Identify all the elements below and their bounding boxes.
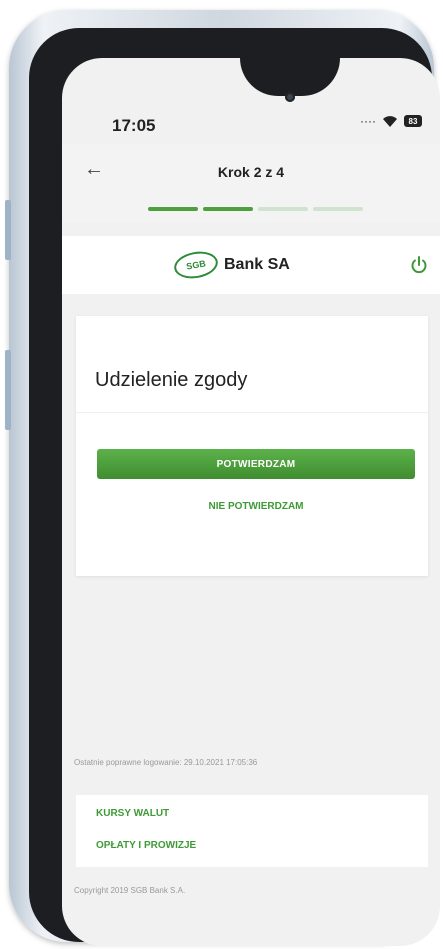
battery-icon: 83 bbox=[403, 115, 422, 127]
wifi-icon bbox=[382, 115, 397, 127]
bank-logo: SGB Bank SA bbox=[172, 248, 290, 282]
volume-button bbox=[5, 200, 11, 260]
progress-segment bbox=[258, 207, 308, 211]
last-login-info: Ostatnie poprawne logowanie: 29.10.2021 … bbox=[74, 758, 258, 767]
step-title: Krok 2 z 4 bbox=[217, 164, 285, 180]
power-icon[interactable] bbox=[409, 255, 429, 275]
confirm-button[interactable]: POTWIERDZAM bbox=[97, 449, 415, 479]
copyright: Copyright 2019 SGB Bank S.A. bbox=[74, 886, 186, 895]
bank-name: Bank SA bbox=[224, 256, 290, 273]
exchange-rates-link[interactable]: KURSY WALUT bbox=[96, 808, 169, 819]
phone-frame: 17:05 ···· 83 ← Krok 2 z 4 SGB Bank SA U… bbox=[5, 10, 440, 946]
card-divider bbox=[76, 412, 428, 413]
progress-segment bbox=[203, 207, 253, 211]
signal-dots-icon: ···· bbox=[360, 114, 376, 128]
notch bbox=[240, 58, 340, 96]
logo-mark: SGB bbox=[172, 248, 220, 282]
status-icons: ···· 83 bbox=[360, 114, 422, 128]
links-panel bbox=[76, 795, 428, 867]
phone-bezel: 17:05 ···· 83 ← Krok 2 z 4 SGB Bank SA U… bbox=[29, 28, 440, 946]
screen: 17:05 ···· 83 ← Krok 2 z 4 SGB Bank SA U… bbox=[62, 58, 440, 946]
card-title: Udzielenie zgody bbox=[95, 369, 248, 391]
decline-button[interactable]: NIE POTWIERDZAM bbox=[97, 501, 415, 512]
front-camera bbox=[285, 92, 295, 102]
power-side-button bbox=[5, 350, 11, 430]
status-time: 17:05 bbox=[112, 116, 156, 135]
step-progress bbox=[148, 207, 363, 211]
progress-segment bbox=[148, 207, 198, 211]
progress-segment bbox=[313, 207, 363, 211]
fees-link[interactable]: OPŁATY I PROWIZJE bbox=[96, 840, 196, 851]
consent-card bbox=[76, 316, 428, 576]
